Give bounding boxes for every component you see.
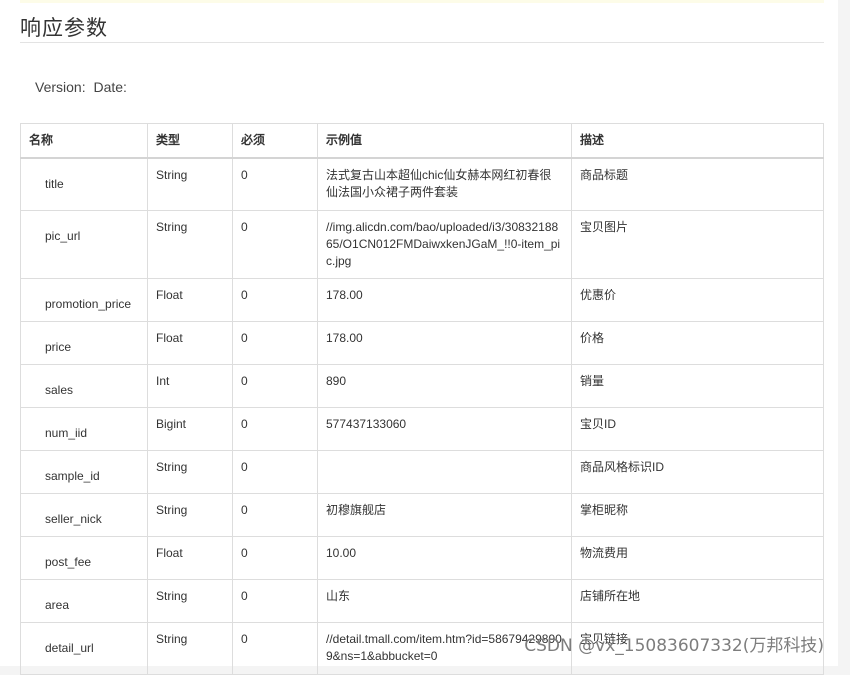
param-name: sales [45,382,74,397]
cell-example: 577437133060 [317,406,572,451]
cell-type: Bigint [147,406,233,451]
param-name: price [45,339,72,354]
cell-name: detail_url [20,621,148,675]
cell-type: String [147,209,233,279]
cell-type: Float [147,277,233,322]
cell-name: num_iid [20,406,148,451]
cell-description: 优惠价 [571,277,824,322]
cell-required: 0 [232,209,318,279]
cell-type: String [147,578,233,623]
cell-type: Float [147,320,233,365]
content-panel: 响应参数 Version: Date: 名称 类型 必须 示例值 描述 titl… [0,0,838,675]
cell-description: 宝贝图片 [571,209,824,279]
date-label: Date: [93,79,127,95]
table-row: num_iid Bigint 0 577437133060 宝贝ID [20,406,824,451]
response-params-table: 名称 类型 必须 示例值 描述 title String 0 法式复古山本超仙chic… [20,123,824,675]
cell-description: 商品标题 [571,157,824,211]
cell-type: String [147,157,233,211]
csdn-watermark: CSDN @vx_15083607332(万邦科技) [524,636,824,656]
section-title: 响应参数 [20,16,108,40]
cell-required: 0 [232,277,318,322]
param-name: area [45,597,70,612]
cell-description: 店铺所在地 [571,578,824,623]
cell-required: 0 [232,157,318,211]
cell-name: title [20,157,148,211]
version-label: Version: [35,79,86,95]
cell-example: //img.alicdn.com/bao/uploaded/i3/3083218… [317,209,572,279]
top-notice-strip [20,0,824,3]
version-line: Version: Date: [35,79,131,95]
cell-required: 0 [232,406,318,451]
cell-name: area [20,578,148,623]
cell-description: 销量 [571,363,824,408]
header-type: 类型 [147,123,233,159]
cell-description: 价格 [571,320,824,365]
cell-required: 0 [232,492,318,537]
cell-name: post_fee [20,535,148,580]
cell-example: 山东 [317,578,572,623]
param-name: sample_id [45,468,100,483]
table-row: title String 0 法式复古山本超仙chic仙女赫本网红初春很仙法国小众裙子… [20,157,824,211]
cell-description: 商品风格标识ID [571,449,824,494]
cell-name: sample_id [20,449,148,494]
header-example: 示例值 [317,123,572,159]
table-row: pic_url String 0//img.alicdn.com/bao/uploa… [20,209,824,279]
table-row: sample_id String 0 商品风格标识ID [20,449,824,494]
cell-name: price [20,320,148,365]
cell-example: 初穆旗舰店 [317,492,572,537]
cell-example [317,449,572,494]
table-row: area String 0 山东 店铺所在地 [20,578,824,623]
header-required: 必须 [232,123,318,159]
param-name: detail_url [45,640,94,655]
table-row: sales Int 0 890 销量 [20,363,824,408]
table-row: price Float 0 178.00 价格 [20,320,824,365]
cell-example: 890 [317,363,572,408]
header-name: 名称 [20,123,148,159]
cell-required: 0 [232,578,318,623]
cell-example: 10.00 [317,535,572,580]
cell-type: String [147,492,233,537]
cell-description: 宝贝ID [571,406,824,451]
cell-name: sales [20,363,148,408]
cell-name: pic_url [20,209,148,279]
header-description: 描述 [571,123,824,159]
table-header-row: 名称 类型 必须 示例值 描述 [20,123,824,159]
param-name: pic_url [45,228,81,243]
title-divider [20,42,824,43]
cell-required: 0 [232,535,318,580]
cell-required: 0 [232,621,318,675]
table-row: seller_nick String 0 初穆旗舰店 掌柜昵称 [20,492,824,537]
cell-name: seller_nick [20,492,148,537]
cell-type: String [147,621,233,675]
cell-type: Int [147,363,233,408]
cell-required: 0 [232,449,318,494]
cell-name: promotion_price [20,277,148,322]
table-row: post_fee Float 0 10.00 物流费用 [20,535,824,580]
cell-required: 0 [232,363,318,408]
cell-required: 0 [232,320,318,365]
param-name: promotion_price [45,296,132,311]
cell-example: 178.00 [317,277,572,322]
cell-type: Float [147,535,233,580]
cell-description: 掌柜昵称 [571,492,824,537]
cell-example: 178.00 [317,320,572,365]
cell-example: 法式复古山本超仙chic仙女赫本网红初春很仙法国小众裙子两件套装 [317,157,572,211]
param-name: num_iid [45,425,88,440]
param-name: title [45,177,64,191]
cell-description: 物流费用 [571,535,824,580]
param-name: post_fee [45,554,92,569]
param-name: seller_nick [45,511,102,526]
table-row: promotion_price Float 0 178.00 优惠价 [20,277,824,322]
cell-type: String [147,449,233,494]
